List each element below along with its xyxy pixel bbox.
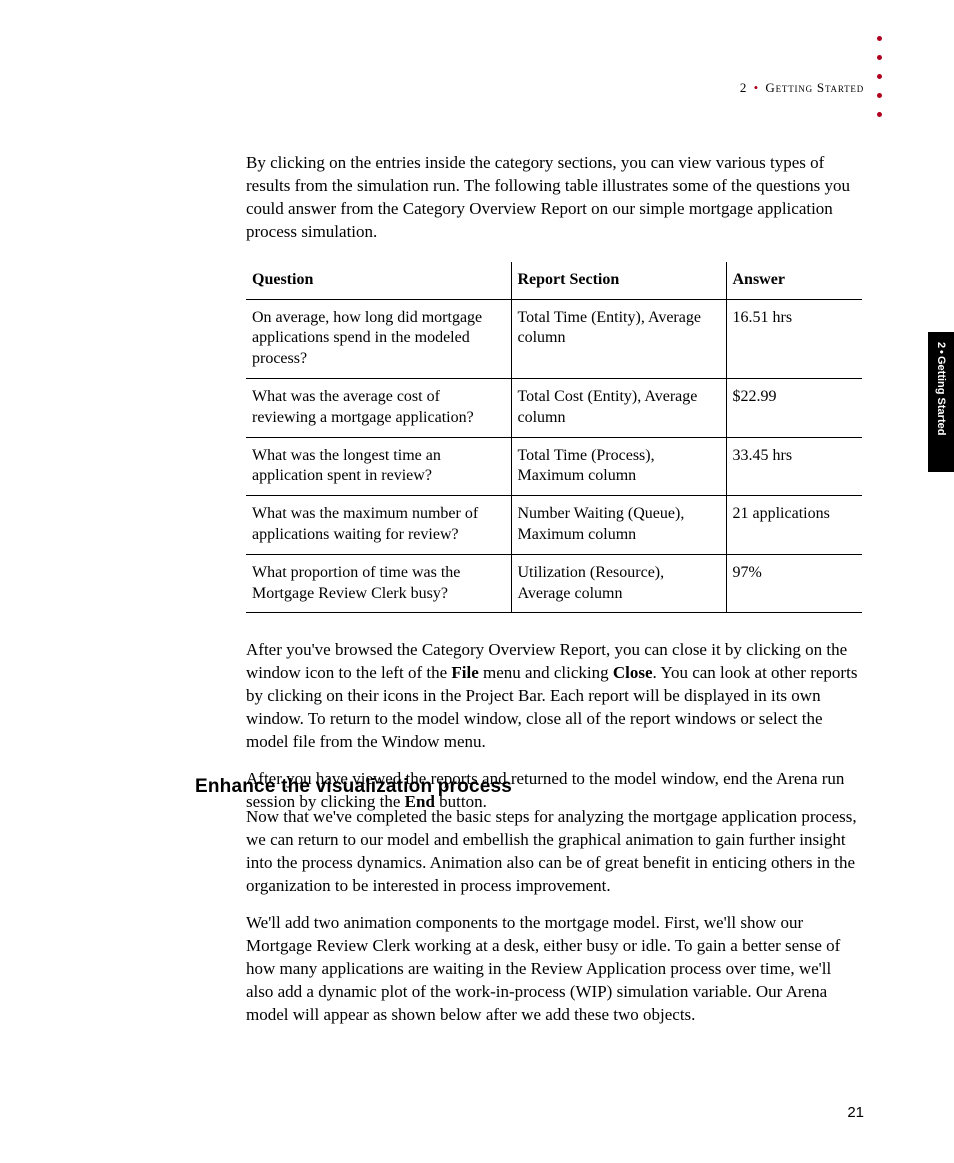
ornament-dot-icon	[877, 93, 882, 98]
ornament-dot-icon	[877, 55, 882, 60]
cell-question: What proportion of time was the Mortgage…	[246, 554, 511, 613]
cell-question: What was the maximum number of applicati…	[246, 496, 511, 555]
cell-report-section: Total Time (Process), Maximum column	[511, 437, 726, 496]
cell-answer: 97%	[726, 554, 862, 613]
chapter-side-tab: 2 • Getting Started	[928, 332, 954, 472]
cell-report-section: Utilization (Resource), Average column	[511, 554, 726, 613]
report-table: Question Report Section Answer On averag…	[246, 262, 862, 614]
table-row: On average, how long did mortgage applic…	[246, 299, 862, 378]
ornament-dot-icon	[877, 36, 882, 41]
cell-question: What was the longest time an application…	[246, 437, 511, 496]
col-header-report-section: Report Section	[511, 262, 726, 299]
table-row: What was the average cost of reviewing a…	[246, 378, 862, 437]
section-heading: Enhance the visualization process	[195, 776, 863, 798]
bullet-icon: •	[751, 80, 762, 95]
close-report-paragraph: After you've browsed the Category Overvi…	[246, 639, 862, 754]
cell-report-section: Total Cost (Entity), Average column	[511, 378, 726, 437]
content-block-1: By clicking on the entries inside the ca…	[246, 152, 862, 828]
file-menu-label: File	[451, 663, 478, 682]
cell-answer: 21 applications	[726, 496, 862, 555]
text: menu and clicking	[479, 663, 613, 682]
sidetab-chapter-title: Getting Started	[935, 356, 947, 435]
bullet-icon: •	[935, 348, 947, 356]
header-chapter-title: Getting Started	[765, 80, 864, 95]
col-header-answer: Answer	[726, 262, 862, 299]
intro-paragraph: By clicking on the entries inside the ca…	[246, 152, 862, 244]
running-header: 2 • Getting Started	[740, 80, 864, 96]
header-chapter-number: 2	[740, 80, 747, 95]
ornament-dot-icon	[877, 112, 882, 117]
cell-question: On average, how long did mortgage applic…	[246, 299, 511, 378]
table-row: What proportion of time was the Mortgage…	[246, 554, 862, 613]
enhance-para-1: Now that we've completed the basic steps…	[246, 806, 862, 898]
col-header-question: Question	[246, 262, 511, 299]
content-block-2: Now that we've completed the basic steps…	[246, 806, 862, 1040]
enhance-para-2: We'll add two animation components to th…	[246, 912, 862, 1027]
cell-report-section: Number Waiting (Queue), Maximum column	[511, 496, 726, 555]
cell-answer: 33.45 hrs	[726, 437, 862, 496]
table-row: What was the maximum number of applicati…	[246, 496, 862, 555]
page: 2 • Getting Started 2 • Getting Started …	[0, 0, 954, 1163]
cell-report-section: Total Time (Entity), Average column	[511, 299, 726, 378]
close-menu-label: Close	[613, 663, 653, 682]
ornament-dot-icon	[877, 74, 882, 79]
page-number: 21	[847, 1104, 864, 1121]
table-header-row: Question Report Section Answer	[246, 262, 862, 299]
table-row: What was the longest time an application…	[246, 437, 862, 496]
cell-question: What was the average cost of reviewing a…	[246, 378, 511, 437]
ornament-dots	[877, 36, 882, 117]
cell-answer: $22.99	[726, 378, 862, 437]
cell-answer: 16.51 hrs	[726, 299, 862, 378]
